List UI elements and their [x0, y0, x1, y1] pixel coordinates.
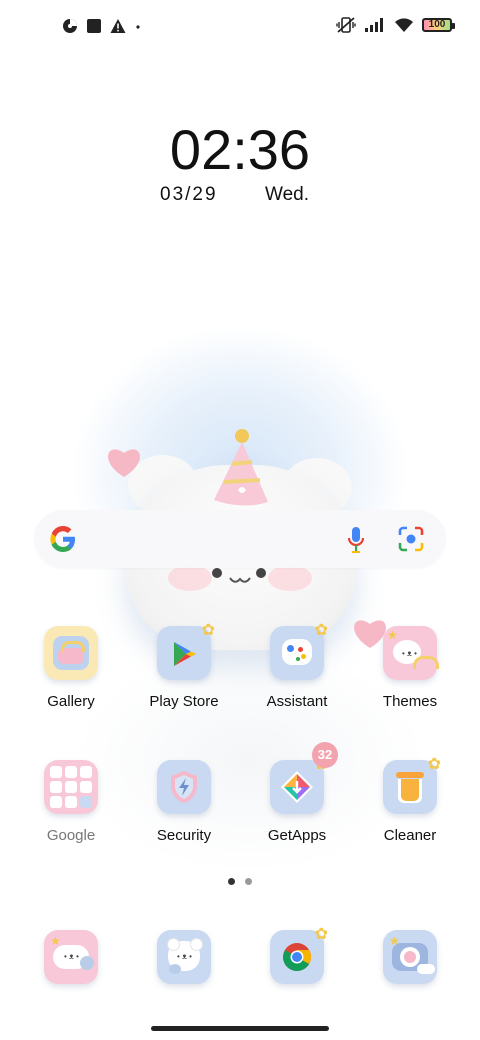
star-sticker-icon: ★ [50, 934, 61, 948]
flower-sticker-icon: ✿ [427, 756, 441, 773]
app-label-getapps: GetApps [267, 827, 327, 844]
folder-google[interactable]: Google [23, 760, 119, 844]
vibrate-off-icon [336, 17, 356, 33]
security-icon [157, 760, 211, 814]
gallery-icon [44, 626, 98, 680]
square-notification-icon [87, 19, 101, 33]
bear-eye-right [256, 568, 266, 578]
app-label-google: Google [46, 827, 96, 844]
notification-badge: 32 [312, 742, 338, 768]
flower-sticker-icon: ✿ [314, 622, 328, 639]
camera-icon: ★ [383, 930, 437, 984]
wifi-icon [395, 18, 413, 32]
dot-icon [136, 25, 140, 29]
flower-sticker-icon: ✿ [201, 622, 215, 639]
clock-widget[interactable]: 02:36 03/29 Wed. [150, 118, 330, 205]
app-label-themes: Themes [382, 693, 438, 710]
app-label-security: Security [156, 827, 212, 844]
google-search-bar[interactable] [34, 510, 446, 568]
app-assistant[interactable]: ✿ Assistant [249, 622, 345, 710]
app-security[interactable]: Security [136, 760, 232, 844]
bear-cheek-right [268, 565, 312, 591]
mic-icon[interactable] [346, 526, 366, 554]
lens-icon[interactable] [398, 526, 424, 552]
messages-icon: • ᴥ • ★ [44, 930, 98, 984]
cleaner-icon: ✿ [383, 756, 441, 814]
page-dot-2[interactable] [245, 878, 252, 885]
app-label-play-store: Play Store [149, 693, 219, 710]
dock-contacts[interactable]: • ᴥ • [136, 930, 232, 984]
heart-decoration-left [108, 449, 140, 477]
bear-cheek-left [168, 565, 212, 591]
clock-date: 03/29 [160, 184, 218, 205]
play-store-icon: ✿ [157, 622, 215, 680]
star-sticker-icon: ★ [387, 628, 398, 642]
contacts-icon: • ᴥ • [157, 930, 211, 984]
bear-eye-left [212, 568, 222, 578]
app-themes[interactable]: • ᴥ • ★ Themes [362, 626, 458, 710]
star-sticker-icon: ★ [389, 934, 400, 948]
party-hat-icon [214, 429, 268, 506]
app-play-store[interactable]: ✿ Play Store [136, 622, 232, 710]
warning-icon [110, 19, 126, 33]
chrome-icon: ✿ [270, 926, 328, 984]
signal-icon [365, 18, 383, 32]
page-dot-1[interactable] [228, 878, 235, 885]
app-getapps[interactable]: ✿ GetApps [249, 756, 345, 844]
app-label-cleaner: Cleaner [383, 827, 437, 844]
flower-sticker-icon: ✿ [314, 926, 328, 943]
battery-level: 100 [428, 19, 446, 30]
dock-chrome[interactable]: ✿ [249, 926, 345, 984]
battery-indicator: 100 [422, 18, 455, 32]
getapps-icon: ✿ [270, 756, 328, 814]
clock-time: 02:36 [169, 118, 311, 181]
app-gallery[interactable]: Gallery [23, 626, 119, 710]
bear-mouth [229, 577, 251, 583]
google-folder-icon [44, 760, 98, 814]
home-indicator[interactable] [151, 1026, 329, 1031]
clock-day: Wed. [265, 184, 310, 205]
app-label-gallery: Gallery [47, 693, 95, 710]
app-label-assistant: Assistant [266, 693, 328, 710]
themes-icon: • ᴥ • ★ [383, 626, 439, 680]
google-g-icon [50, 526, 75, 552]
dock-messages[interactable]: • ᴥ • ★ [23, 930, 119, 984]
app-cleaner[interactable]: ✿ Cleaner [362, 756, 458, 844]
pie-chart-icon [63, 19, 77, 33]
dock-camera[interactable]: ★ [362, 930, 458, 984]
status-bar: 100 [0, 0, 480, 56]
page-indicator[interactable] [228, 878, 252, 885]
assistant-icon: ✿ [270, 622, 328, 680]
